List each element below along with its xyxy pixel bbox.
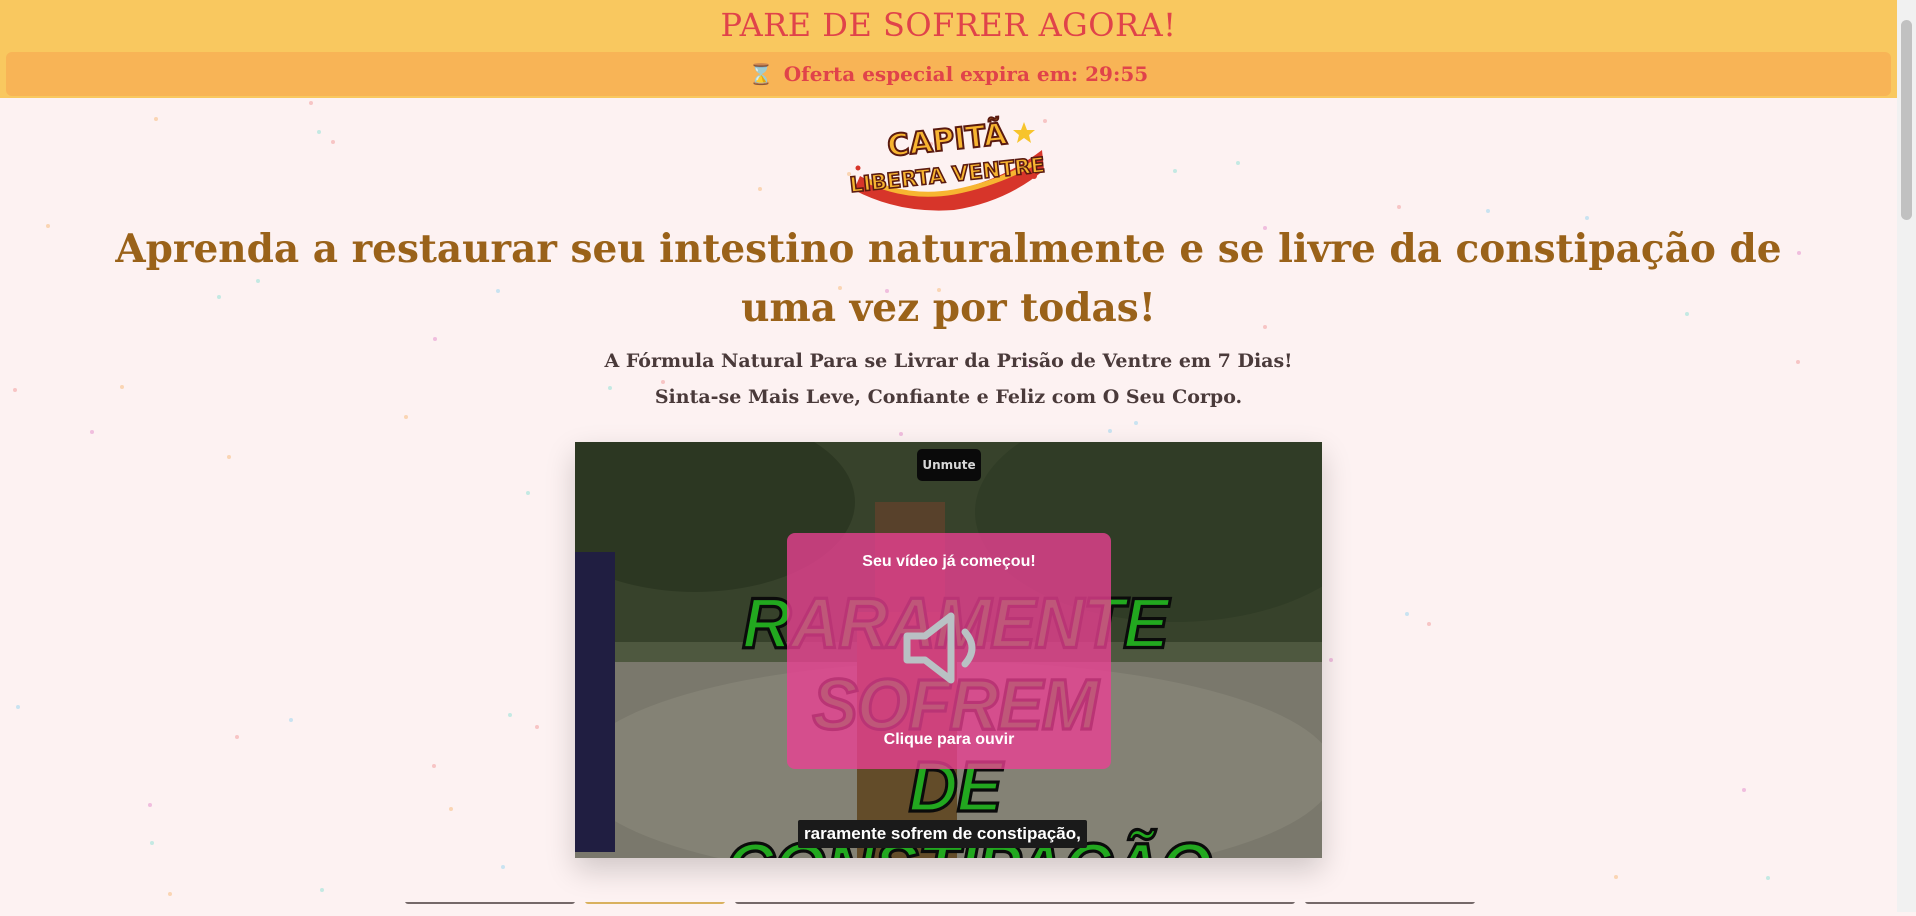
confetti-dot [526, 491, 530, 495]
confetti-dot [309, 101, 313, 105]
confetti-dot [1486, 209, 1490, 213]
offer-timer-bar: ⌛ Oferta especial expira em: 29:55 [6, 52, 1891, 96]
confetti-dot [289, 718, 293, 722]
confetti-dot [154, 117, 158, 121]
sound-prompt-title: Seu vídeo já começou! [862, 553, 1036, 570]
sound-prompt-cta: Clique para ouvir [883, 731, 1015, 748]
confetti-dot [150, 841, 154, 845]
confetti-dot [1236, 161, 1240, 165]
banner-title: PARE DE SOFRER AGORA! [720, 6, 1177, 44]
page-headline: Aprenda a restaurar seu intestino natura… [115, 226, 1782, 331]
confetti-dot [404, 415, 408, 419]
confetti-dot [148, 803, 152, 807]
confetti-dot [1108, 429, 1112, 433]
logo-line1: CAPITÃ [885, 115, 1009, 164]
page-scrollbar[interactable] [1897, 0, 1916, 912]
confetti-dot [227, 455, 231, 459]
confetti-dot [1397, 205, 1401, 209]
unmute-button[interactable]: Unmute [917, 449, 981, 481]
scrollbar-thumb[interactable] [1901, 20, 1912, 220]
confetti-dot [1329, 658, 1333, 662]
cut-off-text-line [405, 902, 1505, 916]
confetti-dot [331, 140, 335, 144]
confetti-dot [1427, 622, 1431, 626]
confetti-dot [899, 432, 903, 436]
confetti-dot [90, 430, 94, 434]
confetti-dot [317, 130, 321, 134]
hourglass-icon: ⌛ [748, 62, 774, 86]
confetti-dot [1405, 612, 1409, 616]
confetti-dot [1173, 169, 1177, 173]
subtitle-formula: A Fórmula Natural Para se Livrar da Pris… [604, 350, 1293, 372]
confetti-dot [661, 380, 665, 384]
speaker-icon [903, 612, 976, 684]
video-player[interactable]: RARAMENTE SOFREM DE CONSTIPAÇÃO Unmute S… [575, 442, 1322, 858]
confetti-dot [535, 725, 539, 729]
brand-logo: CAPITÃ LIBERTA VENTRE [846, 106, 1050, 216]
confetti-dot [46, 224, 50, 228]
sound-prompt-card[interactable]: Seu vídeo já começou! Clique para ouvir [787, 533, 1111, 769]
subtitle-benefits: Sinta-se Mais Leve, Confiante e Feliz co… [654, 386, 1243, 408]
confetti-dot [16, 705, 20, 709]
video-caption: raramente sofrem de constipação, [798, 820, 1087, 848]
confetti-dot [758, 187, 762, 191]
confetti-dot [432, 764, 436, 768]
confetti-dot [1766, 876, 1770, 880]
confetti-dot [1134, 421, 1138, 425]
confetti-dot [501, 865, 505, 869]
top-banner: PARE DE SOFRER AGORA! ⌛ Oferta especial … [0, 0, 1897, 98]
offer-timer-text: Oferta especial expira em: 29:55 [783, 62, 1149, 86]
confetti-dot [1614, 875, 1618, 879]
confetti-dot [1742, 788, 1746, 792]
confetti-dot [320, 888, 324, 892]
confetti-dot [508, 713, 512, 717]
confetti-dot [235, 735, 239, 739]
confetti-dot [449, 807, 453, 811]
confetti-dot [168, 892, 172, 896]
